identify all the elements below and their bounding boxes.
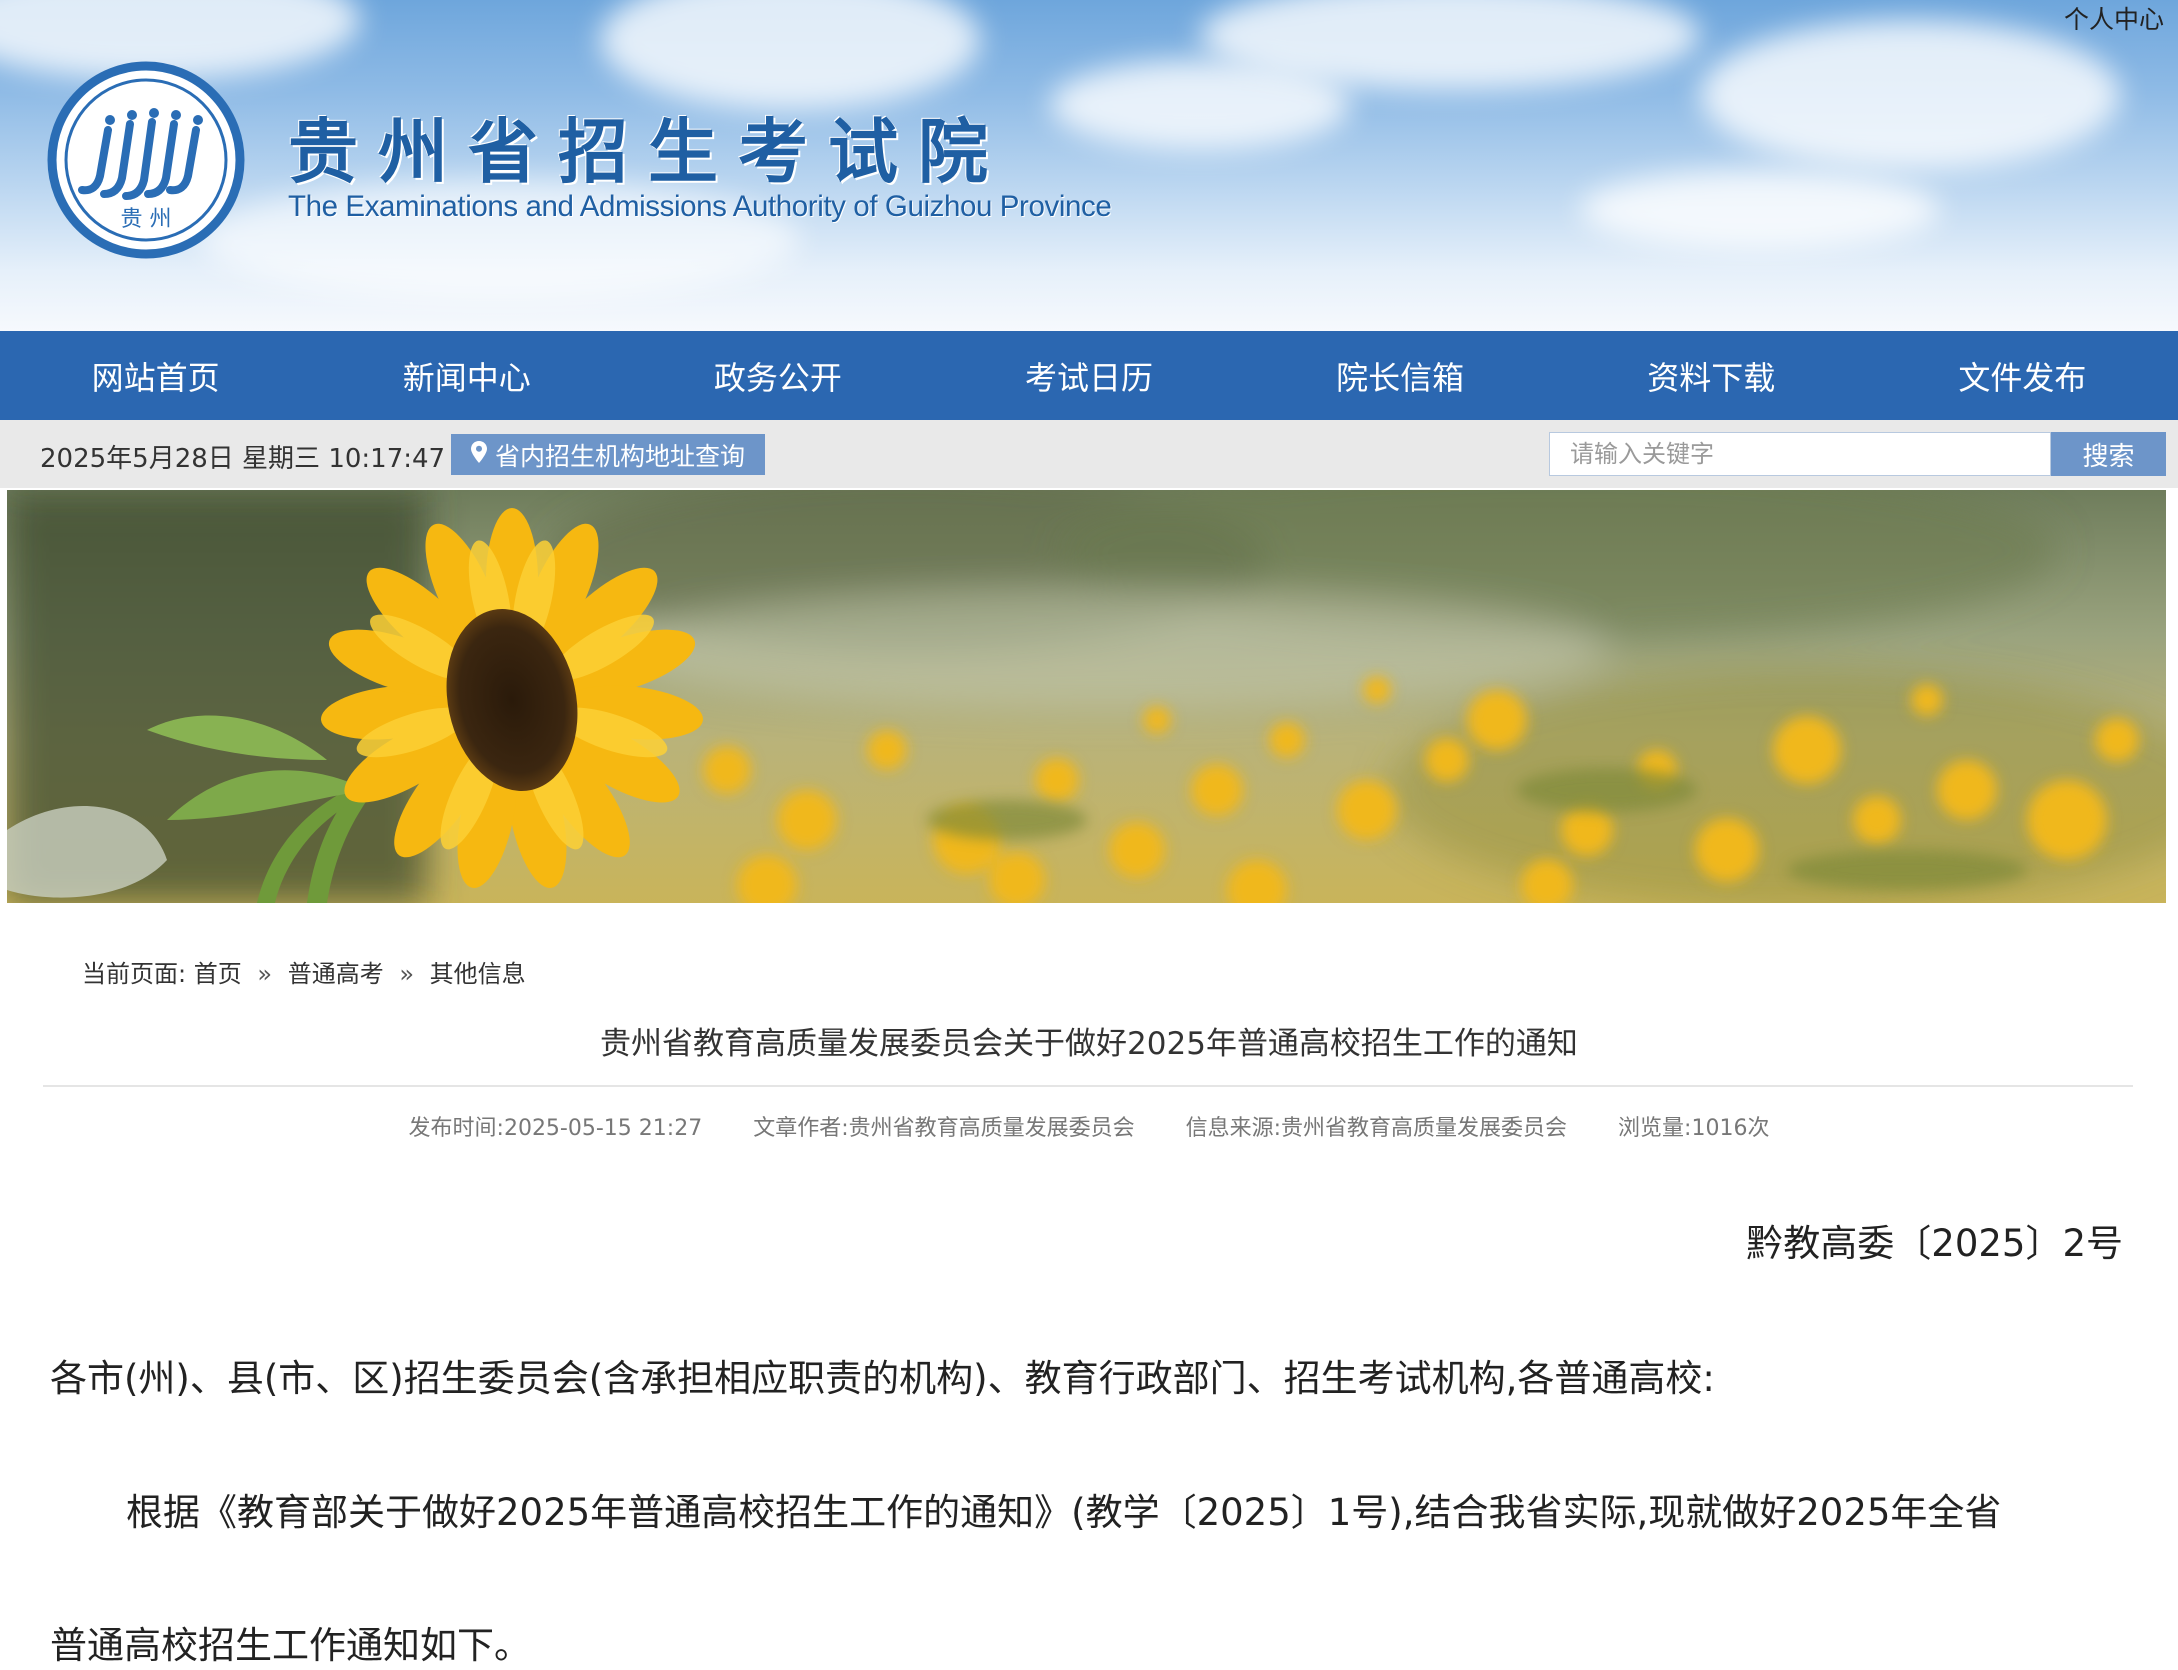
publish-time: 发布时间:2025-05-15 21:27 — [408, 1116, 703, 1141]
article-paragraph: 根据《教育部关于做好2025年普通高校招生工作的通知》(教学〔2025〕1号),… — [126, 1491, 2002, 1534]
nav-item-home[interactable]: 网站首页 — [0, 331, 311, 420]
info-bar: 2025年5月28日 星期三 10:17:47 省内招生机构地址查询 搜索 — [0, 420, 2178, 488]
breadcrumb-separator: » — [257, 960, 273, 988]
nav-item-downloads[interactable]: 资料下载 — [1556, 331, 1867, 420]
article-salutation: 各市(州)、县(市、区)招生委员会(含承担相应职责的机构)、教育行政部门、招生考… — [50, 1357, 1715, 1400]
breadcrumb-prefix: 当前页面: — [82, 960, 187, 988]
sunflower-banner-image — [7, 490, 2166, 903]
nav-item-exam-calendar[interactable]: 考试日历 — [933, 331, 1244, 420]
breadcrumb-item-gaokao[interactable]: 普通高考 — [288, 960, 384, 988]
site-header: 个人中心 贵 州 贵州省招生考试院 The Examinations and A… — [0, 0, 2178, 331]
nav-item-documents[interactable]: 文件发布 — [1867, 331, 2178, 420]
address-query-button[interactable]: 省内招生机构地址查询 — [451, 434, 765, 475]
logo-emblem-icon: 贵 州 — [47, 61, 245, 259]
nav-item-news[interactable]: 新闻中心 — [311, 331, 622, 420]
breadcrumb-item-home[interactable]: 首页 — [194, 960, 242, 988]
document-number: 黔教高委〔2025〕2号 — [1746, 1222, 2123, 1265]
search-input[interactable] — [1549, 432, 2051, 476]
personal-center-link[interactable]: 个人中心 — [2064, 0, 2164, 36]
nav-item-government-affairs[interactable]: 政务公开 — [622, 331, 933, 420]
article-title: 贵州省教育高质量发展委员会关于做好2025年普通高校招生工作的通知 — [600, 1026, 1578, 1062]
article-meta: 发布时间:2025-05-15 21:27 文章作者:贵州省教育高质量发展委员会… — [0, 1110, 2178, 1142]
current-datetime: 2025年5月28日 星期三 10:17:47 — [40, 444, 446, 474]
cloud-decoration — [600, 0, 980, 110]
breadcrumb: 当前页面: 首页 » 普通高考 » 其他信息 — [82, 954, 526, 989]
cloud-decoration — [1580, 170, 1940, 250]
breadcrumb-item-other-info[interactable]: 其他信息 — [430, 960, 526, 988]
site-title-english: The Examinations and Admissions Authorit… — [288, 190, 1112, 223]
site-logo[interactable]: 贵 州 — [44, 58, 248, 262]
info-source: 信息来源:贵州省教育高质量发展委员会 — [1185, 1116, 1568, 1141]
breadcrumb-separator: » — [399, 960, 415, 988]
view-count: 浏览量:1016次 — [1618, 1116, 1770, 1141]
search-button[interactable]: 搜索 — [2051, 432, 2166, 476]
article-author: 文章作者:贵州省教育高质量发展委员会 — [753, 1116, 1135, 1141]
logo-text: 贵 州 — [121, 207, 172, 232]
location-pin-icon — [471, 440, 487, 469]
address-query-label: 省内招生机构地址查询 — [495, 441, 746, 471]
article-paragraph: 普通高校招生工作通知如下。 — [50, 1624, 531, 1667]
main-navigation: 网站首页 新闻中心 政务公开 考试日历 院长信箱 资料下载 文件发布 — [0, 331, 2178, 420]
site-title-chinese: 贵州省招生考试院 — [288, 110, 1008, 193]
title-divider — [43, 1085, 2133, 1087]
cloud-decoration — [1700, 20, 2120, 170]
nav-item-director-mailbox[interactable]: 院长信箱 — [1245, 331, 1556, 420]
